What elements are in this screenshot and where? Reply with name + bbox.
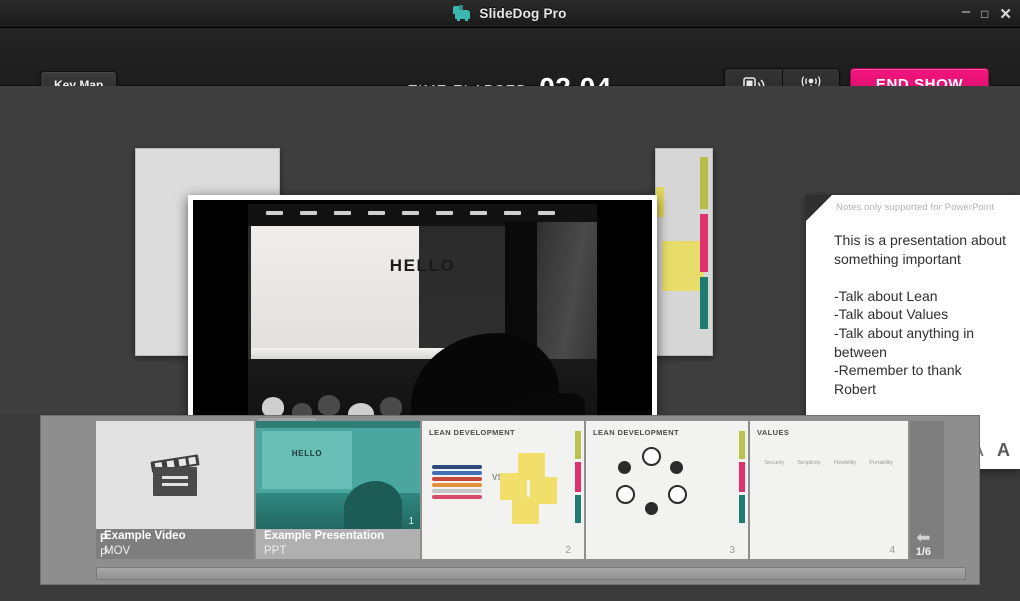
cycle-diagram	[612, 447, 690, 521]
title-bar: SlideDog Pro – □ ✕	[0, 0, 1020, 28]
window-controls: – □ ✕	[962, 0, 1012, 28]
value-item: Portability	[869, 451, 893, 469]
filmstrip-track: Example Video MOV HELLO 1 Example Presen…	[96, 421, 944, 562]
stickies-illustration	[500, 453, 562, 524]
filmstrip-viewport: Example Video MOV HELLO 1 Example Presen…	[96, 421, 966, 562]
values-icons-row: Security Simplicity Flexibility Portabil…	[758, 451, 900, 469]
slide-1-hello-text: HELLO	[291, 449, 323, 458]
value-label: Security	[764, 460, 785, 466]
previous-slide-arrow-icon[interactable]: ⬅	[916, 529, 930, 546]
clapperboard-icon	[149, 454, 201, 496]
preview-hello-text: HELLO	[389, 256, 456, 275]
slidedog-logo-icon	[453, 5, 472, 21]
value-item: Security	[765, 451, 785, 469]
slide-counter: 1/6	[915, 546, 931, 558]
slide-title: LEAN DEVELOPMENT	[429, 428, 515, 437]
value-item: Flexibility	[834, 451, 857, 469]
partial-item-meta: P P	[96, 528, 944, 562]
value-label: Portability	[869, 460, 894, 466]
slide-title: LEAN DEVELOPMENT	[593, 428, 679, 437]
toolbar: Key Map TIME ELAPSED 02.04 END SHOW	[0, 28, 1020, 103]
slide-title: VALUES	[757, 428, 790, 437]
app-title: SlideDog Pro	[479, 6, 567, 21]
notes-fold-corner	[806, 195, 832, 221]
maximize-icon[interactable]: □	[981, 8, 988, 20]
close-icon[interactable]: ✕	[999, 7, 1012, 22]
minimize-icon[interactable]: –	[962, 4, 970, 19]
list-item-subtitle: P	[100, 548, 108, 560]
slide-1-thumbnail: HELLO 1	[256, 421, 420, 529]
video-thumbnail	[96, 421, 254, 529]
books-illustration	[432, 465, 482, 499]
value-label: Flexibility	[833, 460, 857, 466]
title-group: SlideDog Pro	[453, 5, 567, 21]
presentation-stage: HELLO Example Presentation [1/6] Notes o…	[0, 86, 1020, 491]
scrollbar-thumb[interactable]	[96, 567, 966, 580]
filmstrip-navigation: ⬅ 1/6	[915, 529, 931, 558]
notes-body: This is a presentation about something i…	[834, 232, 1006, 397]
filmstrip: Example Video MOV HELLO 1 Example Presen…	[40, 415, 980, 585]
font-size-large-button[interactable]: A	[997, 440, 1010, 461]
filmstrip-left-slot	[42, 421, 96, 562]
value-item: Simplicity	[797, 451, 820, 469]
list-item-title: P	[100, 533, 108, 545]
value-label: Simplicity	[797, 460, 821, 466]
filmstrip-scrollbar[interactable]	[96, 567, 966, 580]
next-slide-peek[interactable]	[655, 148, 713, 356]
notes-header: Notes only supported for PowerPoint	[836, 202, 995, 213]
